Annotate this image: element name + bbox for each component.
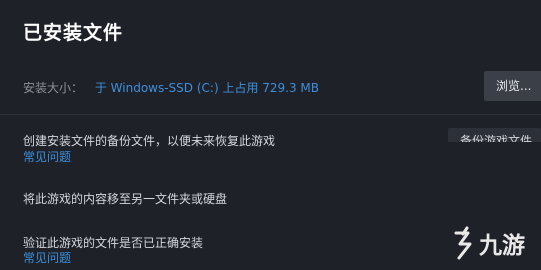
page-title: 已安装文件	[23, 22, 124, 44]
verify-faq-link[interactable]: 常见问题	[23, 249, 71, 266]
move-install-folder-item[interactable]: 将此游戏的内容移至另一文件夹或硬盘	[23, 190, 227, 207]
watermark-icon	[454, 226, 472, 260]
backup-description: 创建安装文件的备份文件，以便未来恢复此游戏	[23, 134, 276, 148]
watermark-logo: 九游	[448, 220, 541, 266]
install-size-row: 安装大小： 于 Windows-SSD (C:) 上占用 729.3 MB	[23, 79, 319, 96]
section-divider	[0, 114, 541, 115]
browse-button[interactable]: 浏览...	[484, 71, 541, 101]
watermark-text: 九游	[478, 232, 525, 259]
backup-faq-link[interactable]: 常见问题	[23, 148, 71, 165]
install-size-value[interactable]: 于 Windows-SSD (C:) 上占用 729.3 MB	[95, 81, 319, 95]
install-size-label: 安装大小：	[23, 81, 84, 95]
